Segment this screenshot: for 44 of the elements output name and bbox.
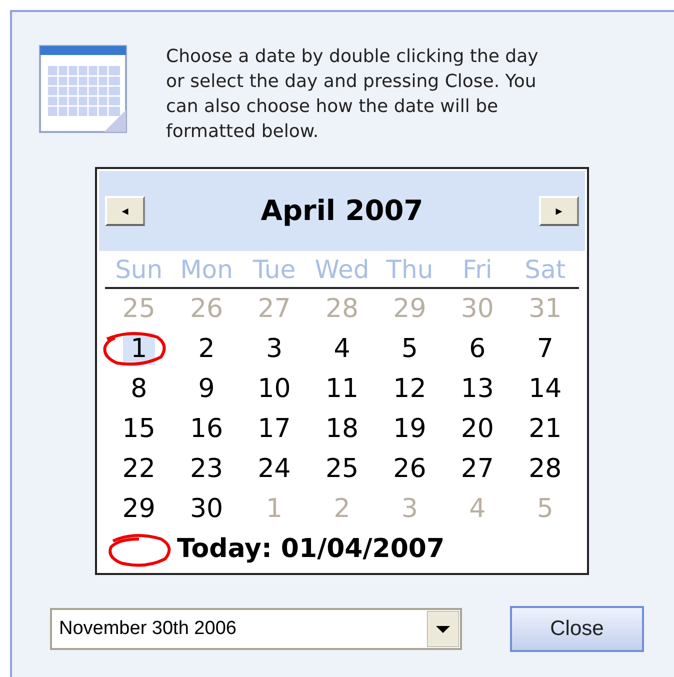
day-cell[interactable]: 26 [385,453,434,485]
day-cell[interactable]: 15 [114,413,164,445]
day-cell[interactable]: 22 [114,453,164,485]
day-cell[interactable]: 12 [385,373,434,405]
weekday-label: Sun [114,254,164,286]
month-title: April 2007 [260,193,424,229]
previous-month-button[interactable]: ◂ [105,196,145,226]
day-cell[interactable]: 25 [317,453,367,485]
day-cell[interactable]: 23 [182,453,232,485]
day-cell[interactable]: 8 [122,373,156,405]
day-cell[interactable]: 7 [528,333,562,365]
day-cell[interactable]: 28 [520,453,570,485]
weekday-label: Thu [385,254,434,286]
day-cell[interactable]: 20 [452,413,502,445]
dropdown-arrow-icon [427,611,459,647]
day-cell[interactable]: 6 [461,333,494,365]
day-cell[interactable]: 11 [317,373,367,405]
instructions-text: Choose a date by double clicking the day or select the day and pressing Close. You can also choose how the date will be formatted below. [166,45,540,144]
day-cell[interactable]: 16 [182,413,232,445]
today-link[interactable]: Today: 01/04/2007 [177,530,445,568]
weekday-label: Tue [252,254,297,286]
close-button[interactable]: Close [510,606,644,652]
day-cell[interactable]: 13 [452,373,502,405]
day-cell[interactable]: 5 [393,333,426,365]
day-cell[interactable]: 4 [326,333,358,365]
day-cell[interactable]: 2 [190,333,223,365]
weekday-label: Fri [462,254,494,286]
weekday-label: Mon [179,254,234,286]
day-cell[interactable]: 21 [520,413,570,445]
format-dropdown[interactable]: November 30th 2006 [50,608,462,650]
day-cell[interactable]: 17 [250,413,299,445]
day-cell[interactable]: 3 [258,333,291,365]
day-cell[interactable]: 14 [520,373,570,405]
day-cell[interactable]: 19 [385,413,434,445]
next-month-button[interactable]: ▸ [539,196,579,226]
day-cell[interactable]: 30 [182,493,232,525]
day-cell[interactable]: 18 [317,413,367,445]
day-cell[interactable]: 29 [114,493,164,525]
day-cell[interactable]: 27 [452,453,502,485]
weekday-label: Wed [314,254,370,286]
day-cell[interactable]: 9 [190,373,223,405]
day-cell[interactable]: 24 [250,453,299,485]
day-cell[interactable]: 10 [250,373,299,405]
weekday-label: Sat [524,254,567,286]
